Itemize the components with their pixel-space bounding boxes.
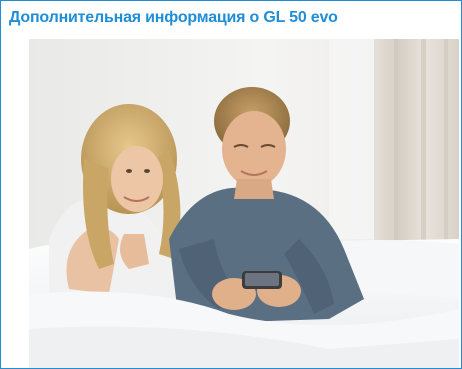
panel-header: Дополнительная информация о GL 50 evo	[1, 1, 461, 37]
info-panel: Дополнительная информация о GL 50 evo	[0, 0, 462, 369]
product-photo	[29, 39, 459, 368]
photo-image	[29, 39, 459, 368]
panel-title: Дополнительная информация о GL 50 evo	[9, 9, 338, 26]
